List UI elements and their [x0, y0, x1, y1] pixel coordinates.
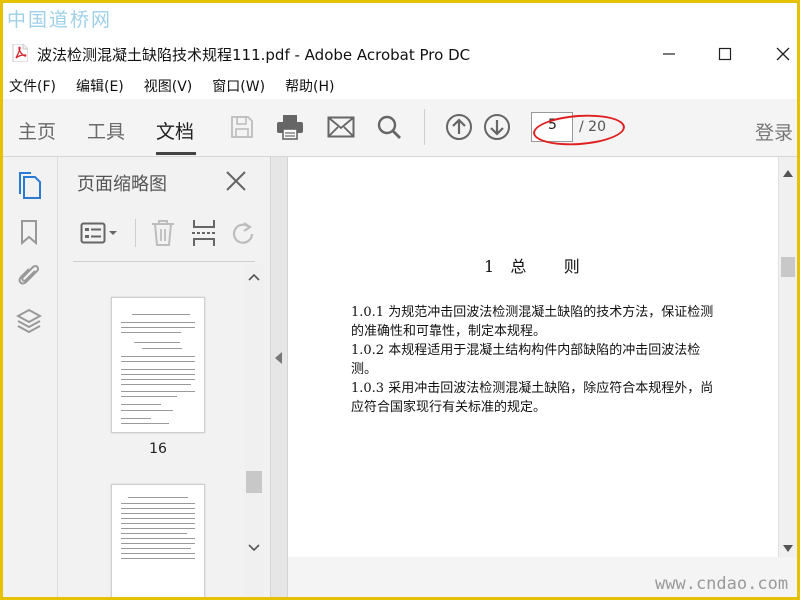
scroll-down-icon[interactable]: [783, 545, 793, 553]
tab-tools[interactable]: 工具: [87, 117, 125, 144]
save-icon: [231, 116, 253, 138]
paperclip-icon: [18, 264, 40, 285]
pane-collapse-handle[interactable]: [270, 157, 288, 597]
menu-file[interactable]: 文件(F): [9, 76, 56, 96]
search-button[interactable]: [372, 110, 406, 144]
maximize-icon: [718, 47, 732, 61]
thumbnail-page-label: 16: [149, 441, 167, 457]
insert-page-icon[interactable]: [191, 218, 217, 248]
menu-window[interactable]: 窗口(W): [212, 76, 265, 96]
watermark-top: 中国道桥网: [7, 9, 113, 31]
chevron-up-icon[interactable]: [248, 272, 260, 282]
page-thumbnail[interactable]: [111, 297, 205, 433]
app-window: 中国道桥网 波法检测混凝土缺陷技术规程111.pdf - Adobe Acrob…: [0, 0, 800, 600]
tab-home[interactable]: 主页: [18, 117, 56, 144]
tab-document[interactable]: 文档: [156, 117, 194, 144]
layers-button[interactable]: [14, 306, 44, 336]
print-button[interactable]: [273, 110, 307, 144]
window-title: 波法检测混凝土缺陷技术规程111.pdf - Adobe Acrobat Pro…: [37, 46, 471, 64]
layers-icon: [16, 308, 42, 334]
active-tab-indicator: [156, 152, 196, 155]
thumbnails-pane: 页面缩略图 16: [58, 157, 270, 597]
email-button[interactable]: [324, 110, 358, 144]
menu-bar: 文件(F) 编辑(E) 视图(V) 窗口(W) 帮助(H): [3, 73, 797, 99]
save-button[interactable]: [225, 110, 259, 144]
arrow-down-circle-icon: [484, 114, 510, 140]
page-thumbnail[interactable]: [111, 484, 205, 597]
tools-separator: [135, 219, 136, 247]
thumbnail-options-icon[interactable]: [80, 221, 118, 245]
document-page: 1 总 则 1.0.1 为规范冲击回波法检测混凝土缺陷的技术方法，保证检测的准确…: [288, 157, 778, 557]
login-button[interactable]: 登录: [755, 118, 793, 145]
trash-icon[interactable]: [151, 219, 175, 247]
toolbar: 主页 工具 文档 5 / 20 登录: [3, 99, 797, 157]
navigation-rail: [3, 157, 58, 597]
minimize-icon: [663, 53, 675, 55]
document-heading: 1 总 则: [484, 257, 582, 276]
minimize-button[interactable]: [654, 43, 684, 65]
scroll-up-icon[interactable]: [783, 169, 793, 177]
document-scroll-thumb[interactable]: [781, 257, 795, 277]
previous-page-button[interactable]: [442, 110, 476, 144]
watermark-bottom: www.cndao.com: [655, 574, 789, 594]
document-paragraph: 1.0.3 采用冲击回波法检测混凝土缺陷，除应符合本规程外，尚应符合国家现行有关…: [351, 381, 714, 415]
title-bar: 波法检测混凝土缺陷技术规程111.pdf - Adobe Acrobat Pro…: [3, 33, 797, 73]
bookmark-icon: [21, 220, 37, 245]
maximize-button[interactable]: [710, 43, 740, 65]
menu-view[interactable]: 视图(V): [144, 76, 193, 96]
close-window-button[interactable]: [768, 43, 797, 65]
next-page-button[interactable]: [480, 110, 514, 144]
arrow-up-circle-icon: [446, 114, 472, 140]
close-icon: [776, 47, 790, 61]
menu-help[interactable]: 帮助(H): [285, 76, 334, 96]
pane-divider: [73, 261, 255, 262]
attachments-button[interactable]: [14, 260, 44, 290]
rotate-icon[interactable]: [231, 221, 255, 245]
toolbar-separator: [424, 109, 425, 145]
search-icon: [377, 115, 401, 139]
pdf-file-icon: [12, 44, 28, 62]
thumbnails-scroll-thumb[interactable]: [246, 471, 262, 493]
document-scrollbar[interactable]: [778, 157, 797, 557]
close-pane-icon[interactable]: [224, 169, 248, 193]
envelope-icon: [327, 116, 355, 138]
menu-edit[interactable]: 编辑(E): [76, 76, 124, 96]
document-paragraph: 1.0.1 为规范冲击回波法检测混凝土缺陷的技术方法，保证检测的准确性和可靠性，…: [351, 305, 714, 339]
chevron-down-icon[interactable]: [248, 543, 260, 553]
thumbnails-scrollbar[interactable]: [244, 265, 264, 597]
thumbnail-tools: [73, 215, 255, 251]
bookmarks-button[interactable]: [14, 217, 44, 247]
printer-icon: [277, 115, 303, 140]
page-thumbnails-icon: [19, 172, 41, 199]
thumbnails-pane-title: 页面缩略图: [77, 174, 167, 195]
collapse-arrow-icon: [275, 352, 282, 364]
page-thumbnails-button[interactable]: [14, 171, 44, 201]
document-paragraph: 1.0.2 本规程适用于混凝土结构构件内部缺陷的冲击回波法检测。: [351, 343, 701, 377]
